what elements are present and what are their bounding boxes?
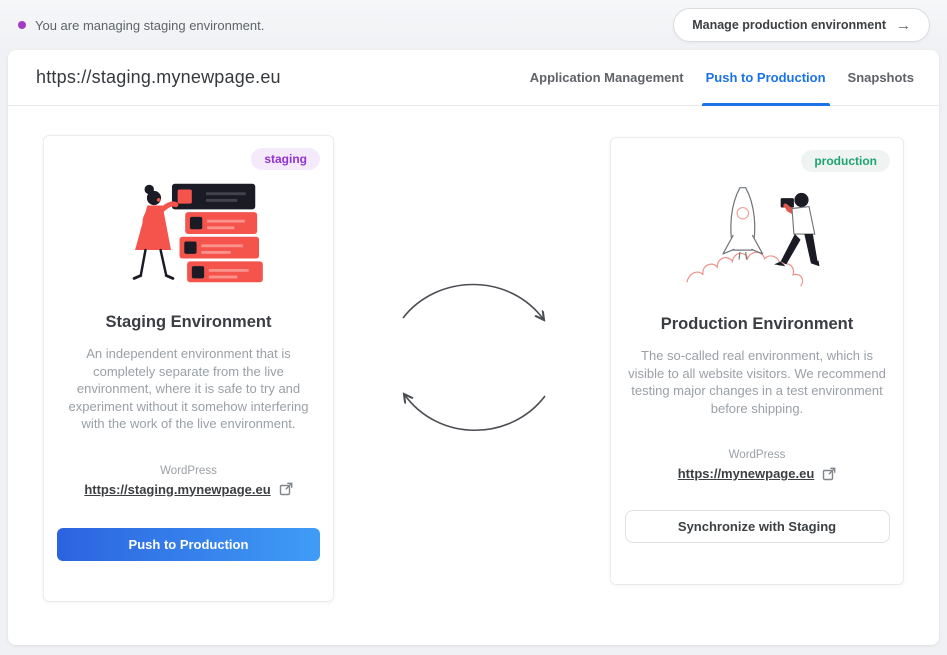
production-platform-label: WordPress — [729, 449, 786, 461]
production-illustration — [677, 182, 837, 288]
sync-arrows-icon — [399, 272, 549, 449]
staging-site-link[interactable]: https://staging.mynewpage.eu — [84, 482, 270, 497]
production-site-link[interactable]: https://mynewpage.eu — [678, 466, 815, 481]
top-bar: You are managing staging environment. Ma… — [0, 0, 947, 50]
staging-illustration — [109, 180, 269, 286]
tab-bar: Application Management Push to Productio… — [519, 50, 925, 105]
manage-production-label: Manage production environment — [692, 18, 886, 32]
rocket-launch-icon — [677, 182, 837, 288]
staging-platform-label: WordPress — [160, 465, 217, 477]
staging-card-title: Staging Environment — [106, 313, 272, 332]
main-panel: https://staging.mynewpage.eu Application… — [8, 50, 939, 645]
status-text: You are managing staging environment. — [35, 18, 264, 33]
tab-push-to-production[interactable]: Push to Production — [695, 50, 837, 105]
staging-badge: staging — [251, 148, 320, 170]
status-dot-icon — [18, 21, 26, 29]
external-link-icon[interactable] — [279, 482, 293, 496]
staging-link-row: https://staging.mynewpage.eu — [84, 482, 292, 497]
tab-snapshots[interactable]: Snapshots — [837, 50, 925, 105]
arrow-right-icon: → — [896, 17, 911, 34]
external-link-icon[interactable] — [822, 467, 836, 481]
staging-badge-row: staging — [57, 148, 320, 172]
staging-card: staging — [43, 135, 334, 602]
manage-production-button[interactable]: Manage production environment → — [673, 8, 930, 42]
push-to-production-button[interactable]: Push to Production — [57, 528, 320, 561]
production-card-title: Production Environment — [661, 315, 854, 334]
production-card: production — [610, 137, 904, 585]
production-badge: production — [801, 150, 890, 172]
woman-content-stack-icon — [109, 180, 269, 286]
content-area: staging — [8, 106, 939, 645]
environment-status: You are managing staging environment. — [18, 18, 264, 33]
panel-header: https://staging.mynewpage.eu Application… — [8, 50, 939, 106]
site-url: https://staging.mynewpage.eu — [36, 67, 281, 88]
synchronize-with-staging-button[interactable]: Synchronize with Staging — [625, 510, 890, 543]
tab-application-management[interactable]: Application Management — [519, 50, 695, 105]
production-card-description: The so-called real environment, which is… — [624, 347, 890, 417]
production-badge-row: production — [624, 150, 890, 174]
production-link-row: https://mynewpage.eu — [678, 466, 837, 481]
staging-card-description: An independent environment that is compl… — [56, 345, 322, 433]
